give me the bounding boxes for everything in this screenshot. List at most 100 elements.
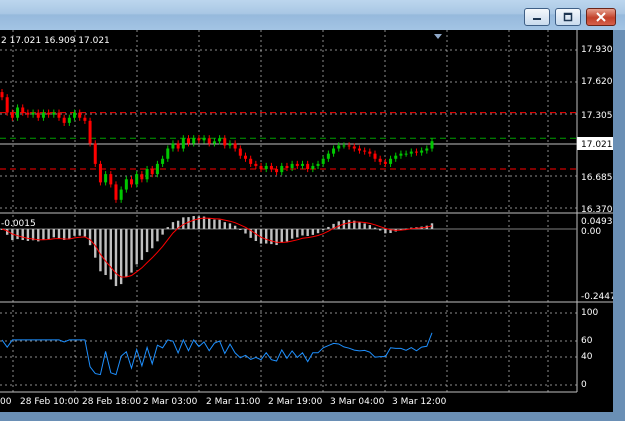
- window-border-right: [613, 30, 625, 421]
- chart-shift-marker-icon[interactable]: [434, 34, 442, 39]
- candle-body: [254, 163, 258, 166]
- candle-body: [36, 112, 40, 118]
- time-label: 2 Mar 03:00: [143, 397, 198, 407]
- minimize-icon: [525, 9, 549, 25]
- candle-body: [311, 165, 315, 170]
- macd-bar: [42, 229, 45, 240]
- macd-bar: [358, 222, 361, 229]
- candle-body: [430, 141, 434, 149]
- macd-bar: [384, 229, 387, 234]
- candle-body: [187, 138, 191, 144]
- candle-body: [368, 151, 372, 154]
- candle-body: [104, 174, 108, 183]
- price-tick: 16.370: [581, 205, 613, 215]
- candle-body: [394, 155, 398, 159]
- candle-body: [321, 158, 325, 164]
- macd-bar: [373, 227, 377, 229]
- window-titlebar: [0, 0, 625, 30]
- macd-bar: [239, 229, 242, 230]
- candle-body: [249, 158, 253, 164]
- macd-bar: [156, 229, 159, 242]
- chart-grid: [0, 30, 577, 392]
- candle-body: [98, 163, 102, 183]
- chart-window: 2 17.021 16.909 17.021 17.930 17.620 17.…: [0, 30, 613, 412]
- candle-body: [295, 163, 299, 166]
- candle-body: [290, 163, 294, 168]
- macd-bar: [130, 229, 133, 273]
- price-tick: 17.305: [581, 111, 613, 121]
- price-chart[interactable]: 2 17.021 16.909 17.021 17.930 17.620 17.…: [0, 30, 613, 412]
- candle-body: [238, 148, 242, 156]
- candle-body: [21, 107, 25, 113]
- candle-body: [67, 117, 71, 123]
- macd-signal-line[interactable]: [1, 217, 433, 278]
- candle-body: [62, 117, 66, 123]
- rsi-tick: 0: [581, 380, 587, 390]
- macd-bar: [265, 229, 268, 244]
- macd-bar: [125, 229, 128, 277]
- macd-bar: [285, 229, 289, 242]
- current-price-label: 17.021: [581, 140, 613, 150]
- minimize-button[interactable]: [524, 8, 550, 26]
- candle-body: [166, 148, 170, 159]
- maximize-icon: [556, 9, 580, 25]
- candle-body: [31, 112, 35, 115]
- macd-bar: [57, 229, 61, 239]
- window-border-bottom: [0, 412, 625, 421]
- candle-body: [192, 138, 196, 144]
- time-label: 2 Mar 11:00: [206, 397, 261, 407]
- macd-bar: [73, 229, 76, 236]
- maximize-button[interactable]: [555, 8, 581, 26]
- candle-body: [363, 150, 367, 152]
- macd-bar: [244, 229, 247, 234]
- macd-bar: [171, 222, 175, 229]
- macd-bar: [114, 229, 118, 287]
- candle-body: [378, 158, 382, 162]
- macd-histogram[interactable]: [0, 216, 434, 287]
- price-scale: 17.930 17.620 17.305 16.685 16.370 17.02…: [577, 45, 613, 215]
- macd-bar: [368, 225, 372, 229]
- candle-body: [269, 165, 273, 170]
- time-label: 2 Mar 19:00: [268, 397, 323, 407]
- macd-bar: [347, 219, 351, 229]
- candle-body: [145, 169, 149, 180]
- candle-body: [326, 153, 330, 159]
- candle-body: [124, 179, 128, 190]
- price-tick: 17.620: [581, 77, 613, 87]
- macd-bar: [270, 229, 273, 245]
- candle-body: [275, 169, 279, 173]
- time-label: 00: [0, 397, 12, 407]
- candlesticks[interactable]: [0, 89, 434, 203]
- candle-body: [409, 151, 413, 154]
- candle-body: [316, 163, 320, 166]
- candle-body: [332, 148, 336, 154]
- macd-bar: [296, 229, 299, 238]
- macd-bar: [290, 229, 294, 239]
- macd-bar: [83, 229, 87, 237]
- macd-bar: [145, 229, 149, 253]
- candle-body: [140, 174, 144, 180]
- candle-body: [155, 163, 159, 175]
- candle-body: [264, 165, 268, 170]
- rsi-tick: 40: [581, 352, 593, 362]
- candle-body: [280, 165, 284, 173]
- time-label: 3 Mar 12:00: [392, 397, 447, 407]
- macd-scale: 0.0493 0.00 -0.2447: [581, 217, 613, 302]
- candle-body: [399, 153, 403, 156]
- macd-bar: [88, 229, 92, 246]
- macd-bar: [52, 229, 56, 238]
- horizontal-levels[interactable]: [0, 112, 577, 170]
- candle-body: [10, 112, 14, 118]
- rsi-line[interactable]: [1, 332, 433, 376]
- candle-body: [47, 112, 51, 115]
- macd-bar: [151, 229, 154, 249]
- candle-body: [57, 112, 61, 118]
- candle-body: [218, 138, 222, 142]
- macd-bar: [78, 229, 81, 236]
- price-tick: 17.930: [581, 45, 613, 55]
- candle-body: [93, 143, 97, 164]
- candle-body: [171, 143, 175, 149]
- candle-body: [207, 138, 211, 144]
- close-icon: [587, 9, 615, 25]
- close-button[interactable]: [586, 8, 616, 26]
